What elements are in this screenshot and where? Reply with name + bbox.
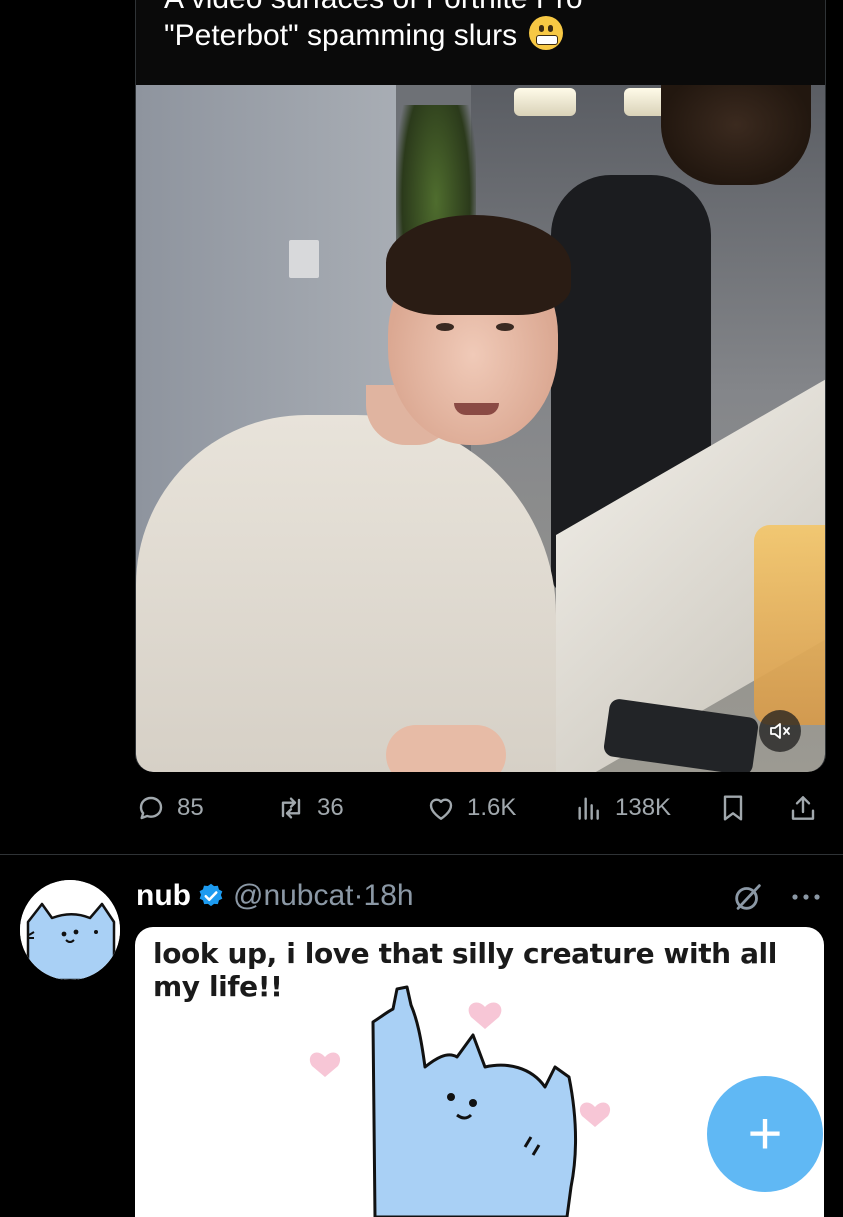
avatar[interactable] (20, 880, 120, 980)
caption-line-1: A video surfaces of Fortnite Pro (164, 0, 583, 10)
plus-icon: + (747, 1100, 783, 1167)
tweet-divider (0, 854, 843, 855)
speaker-muted-icon (770, 723, 790, 739)
tweet-image[interactable]: look up, i love that silly creature with… (135, 927, 824, 1217)
analytics-icon (578, 797, 599, 820)
bookmark-button[interactable] (717, 792, 749, 824)
video-frame-person-hair (386, 215, 571, 315)
heart-doodle (468, 1002, 502, 1029)
video-frame-person-sweater (136, 415, 556, 772)
blue-cat-avatar-icon (20, 880, 120, 980)
repost-button[interactable]: 36 (275, 792, 344, 824)
tweet-action-bar: 85 36 1.6K 138K (135, 788, 825, 828)
compose-post-button[interactable]: + (707, 1076, 823, 1192)
more-options-icon[interactable] (791, 892, 821, 902)
video-frame-light-switch (289, 240, 319, 278)
video-frame-ceiling-light (514, 88, 576, 116)
heart-icon (429, 798, 453, 820)
views-button[interactable]: 138K (573, 792, 671, 824)
tweet-timestamp[interactable]: 18h (364, 879, 414, 913)
video-player[interactable] (136, 85, 825, 772)
view-count: 138K (615, 794, 672, 821)
header-separator: · (353, 879, 364, 912)
like-count: 1.6K (467, 794, 517, 821)
video-frame-jar (754, 525, 825, 725)
tweet-header-actions (731, 880, 821, 914)
repost-count: 36 (317, 794, 344, 821)
video-frame-eye (436, 323, 454, 331)
display-name[interactable]: nub (136, 879, 191, 913)
quoted-media-card[interactable]: A video surfaces of Fortnite Pro "Peterb… (135, 0, 826, 772)
video-frame-eye (496, 323, 514, 331)
share-button[interactable] (787, 792, 819, 824)
grimacing-face-emoji-icon (529, 16, 564, 50)
reply-button[interactable]: 85 (135, 792, 204, 824)
heart-doodle (579, 1102, 611, 1127)
caption-line-2: "Peterbot" spamming slurs (164, 19, 518, 52)
reply-icon (139, 796, 163, 820)
repost-icon (281, 797, 301, 819)
video-frame-mouth (454, 403, 499, 415)
grok-icon[interactable] (731, 880, 765, 914)
reply-count: 85 (177, 794, 204, 821)
verified-badge-icon (199, 883, 223, 907)
tweet-caption: A video surfaces of Fortnite Pro "Peterb… (164, 0, 804, 55)
video-frame-hand (386, 725, 506, 772)
heart-doodle (309, 1052, 341, 1077)
like-button[interactable]: 1.6K (425, 792, 516, 824)
share-icon (791, 796, 815, 820)
user-handle[interactable]: @nubcat (233, 879, 354, 913)
tweet-header: nub @nubcat · 18h (136, 876, 414, 916)
bookmark-icon (723, 795, 743, 821)
blue-cat-drawing-icon (309, 985, 611, 1217)
mute-toggle-button[interactable] (759, 710, 801, 752)
video-frame-person-background-head (661, 85, 811, 185)
